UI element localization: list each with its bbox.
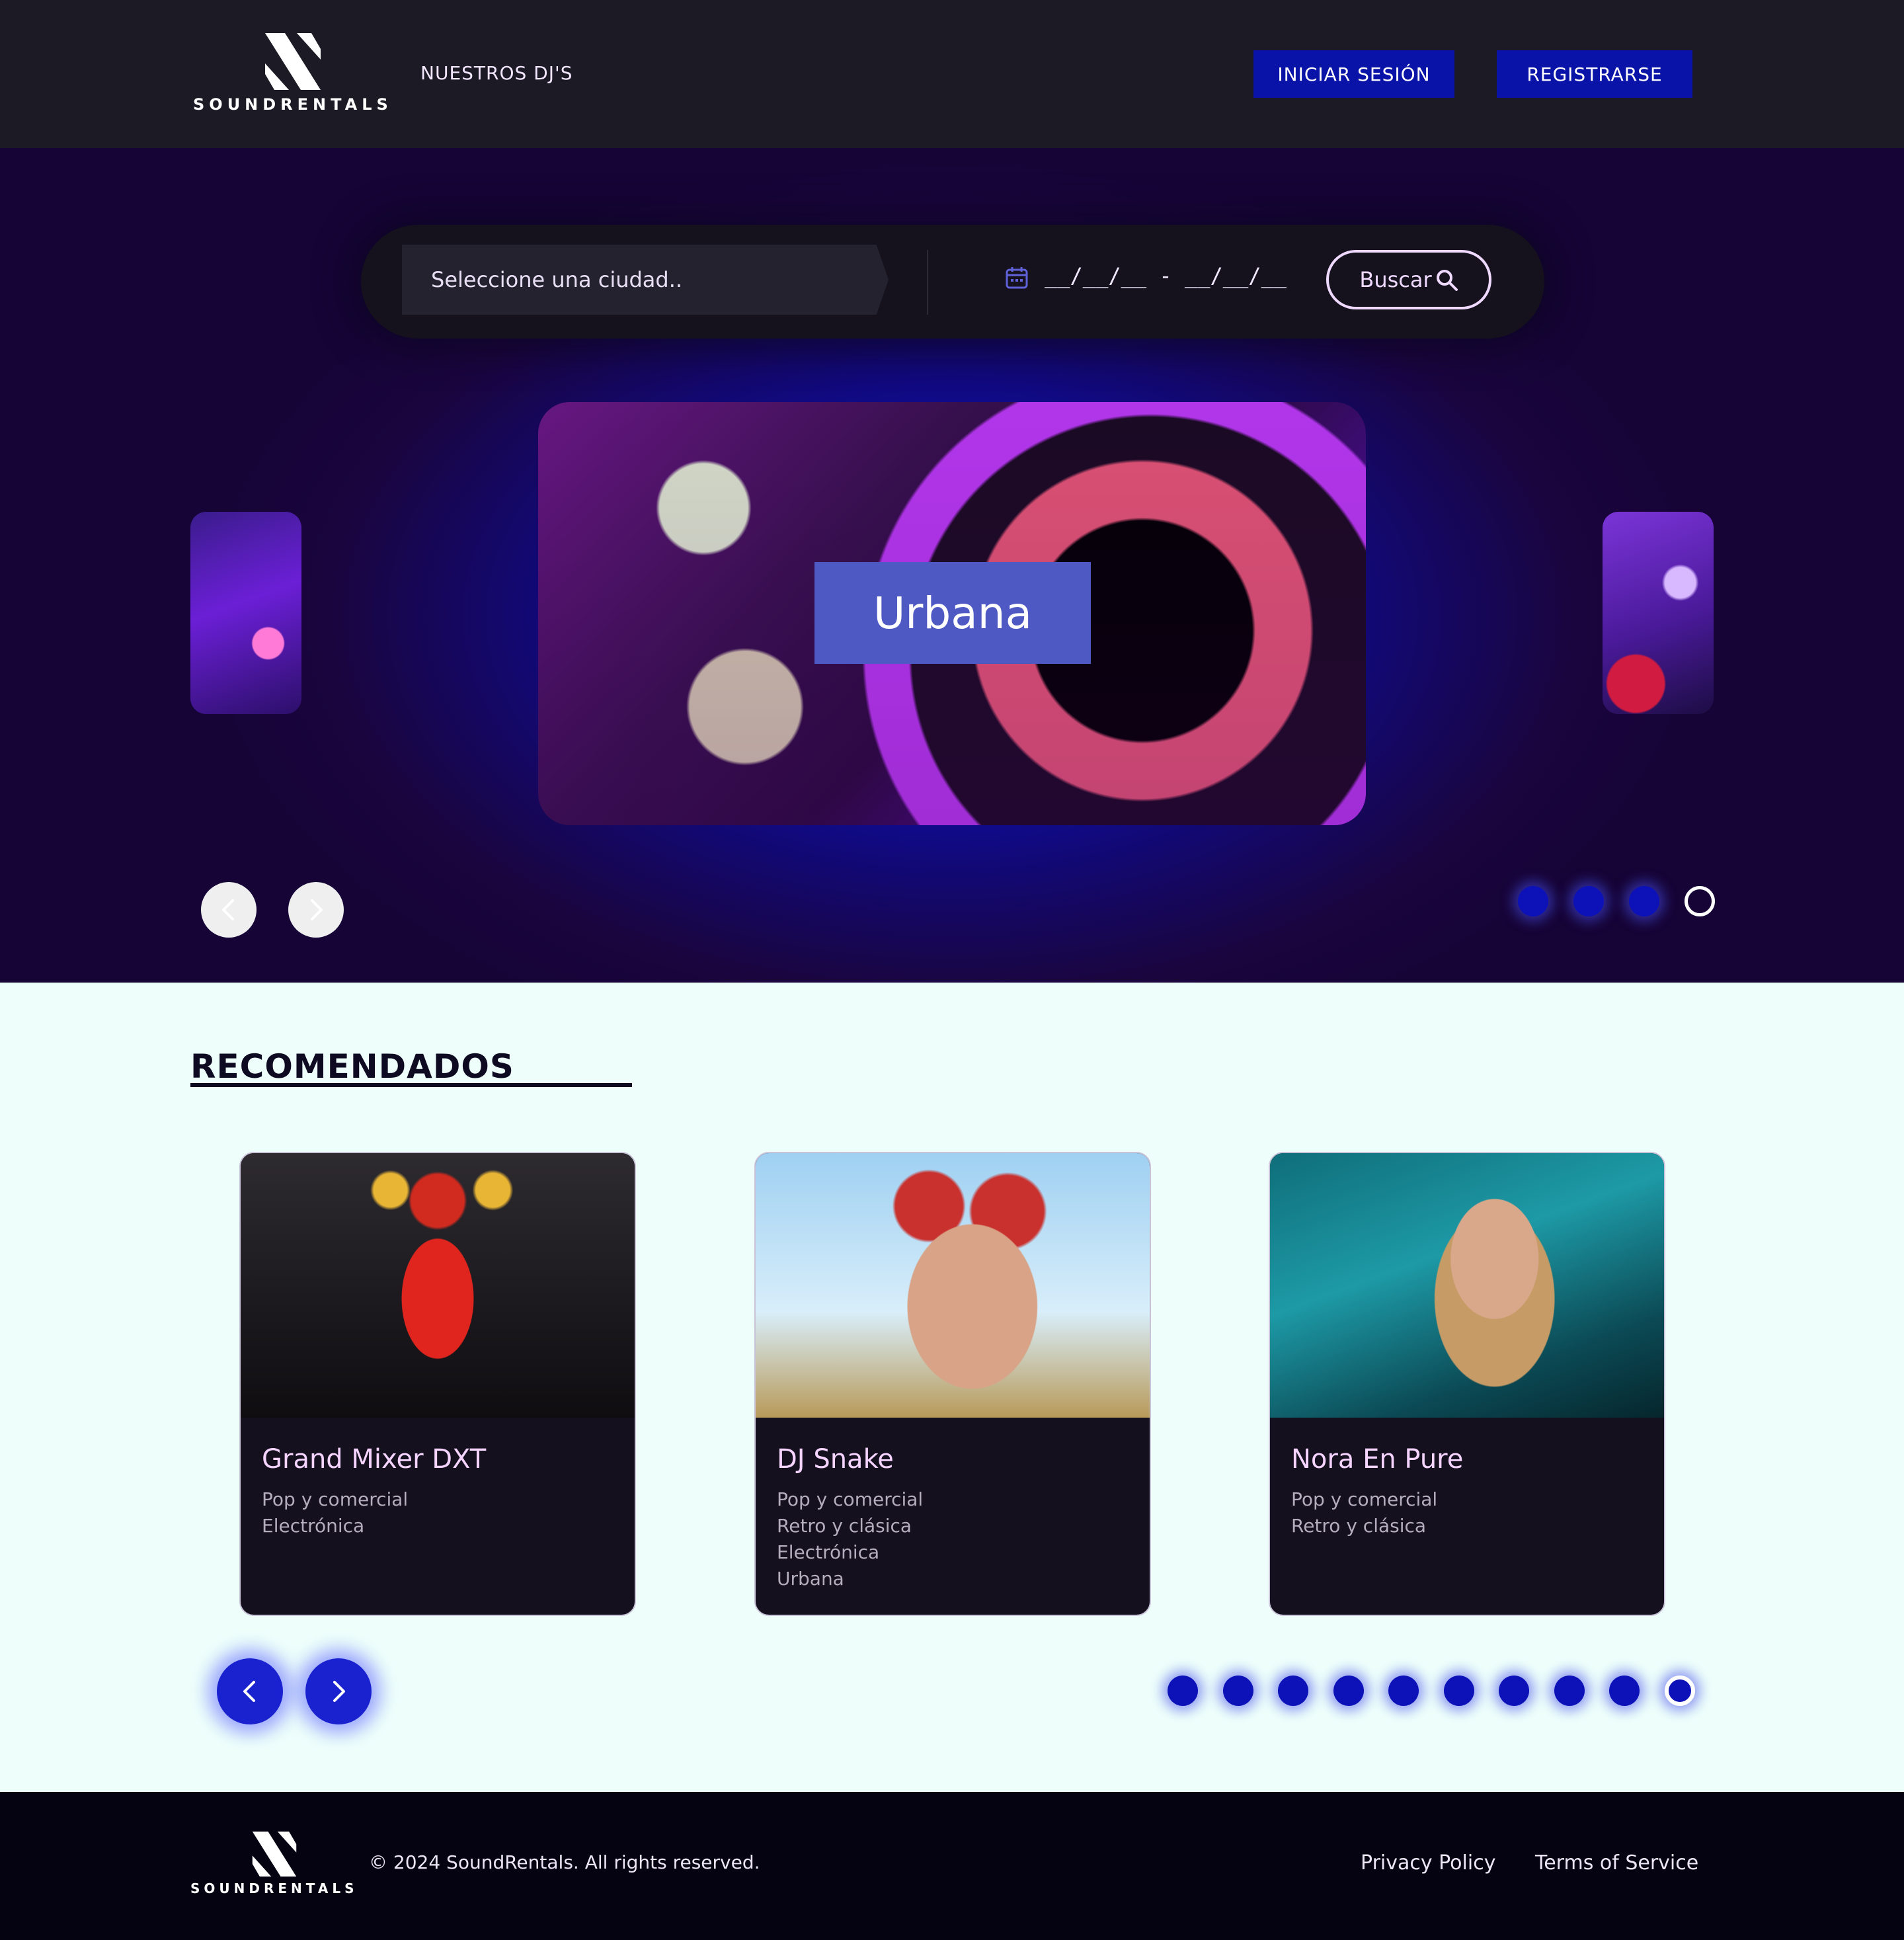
register-button[interactable]: REGISTRARSE: [1497, 50, 1692, 98]
dj-name: Nora En Pure: [1291, 1444, 1464, 1475]
genre-item: Pop y comercial: [1291, 1488, 1438, 1510]
nav-link-our-djs[interactable]: NUESTROS DJ'S: [420, 62, 573, 84]
pagination-dot[interactable]: [1388, 1676, 1419, 1706]
dj-genres: Pop y comercial Retro y clásica Electrón…: [777, 1486, 923, 1592]
dj-card[interactable]: Nora En Pure Pop y comercial Retro y clá…: [1269, 1152, 1665, 1616]
dj-card[interactable]: DJ Snake Pop y comercial Retro y clásica…: [754, 1152, 1151, 1616]
search-divider: [927, 250, 928, 315]
pagination-dot[interactable]: [1168, 1676, 1198, 1706]
logo-mark-icon: [264, 33, 321, 90]
chevron-left-icon: [222, 899, 234, 920]
pagination-dot[interactable]: [1443, 1676, 1474, 1706]
recs-next-button[interactable]: [305, 1658, 372, 1724]
city-select[interactable]: Seleccione una ciudad..: [402, 245, 889, 315]
footer-logo-wordmark: SOUNDRENTALS: [190, 1880, 358, 1896]
hero-section: Seleccione una ciudad.. __/__/__ - __/__…: [0, 148, 1904, 983]
pagination-dot[interactable]: [1573, 886, 1604, 916]
section-title: RECOMENDADOS: [190, 1047, 514, 1086]
logo-wordmark: SOUNDRENTALS: [193, 95, 393, 114]
privacy-policy-link[interactable]: Privacy Policy: [1361, 1851, 1495, 1875]
footer: SOUNDRENTALS © 2024 SoundRentals. All ri…: [0, 1792, 1904, 1940]
terms-of-service-link[interactable]: Terms of Service: [1535, 1851, 1698, 1875]
login-button[interactable]: INICIAR SESIÓN: [1253, 50, 1454, 98]
date-range-input[interactable]: __/__/__ - __/__/__: [1045, 263, 1287, 288]
chevron-right-icon: [311, 899, 323, 920]
dj-photo: [241, 1153, 635, 1418]
genre-item: Pop y comercial: [262, 1488, 409, 1510]
dj-name: Grand Mixer DXT: [262, 1444, 487, 1475]
genre-item: Urbana: [777, 1568, 844, 1590]
pagination-dot[interactable]: [1278, 1676, 1308, 1706]
genre-item: Electrónica: [262, 1515, 365, 1537]
chevron-left-icon: [243, 1681, 255, 1702]
carousel-slide-next[interactable]: [1603, 512, 1714, 714]
dj-name: DJ Snake: [777, 1444, 894, 1475]
slide-genre-label: Urbana: [814, 562, 1091, 664]
carousel-slide-prev[interactable]: [190, 512, 301, 714]
top-header: SOUNDRENTALS NUESTROS DJ'S INICIAR SESIÓ…: [0, 0, 1904, 148]
logo[interactable]: SOUNDRENTALS: [193, 33, 393, 114]
search-button-label: Buscar: [1359, 267, 1432, 292]
genre-item: Retro y clásica: [777, 1515, 912, 1537]
pagination-dot[interactable]: [1685, 886, 1715, 916]
pagination-dot[interactable]: [1609, 1676, 1640, 1706]
footer-logo[interactable]: SOUNDRENTALS: [190, 1832, 358, 1896]
search-icon: [1436, 270, 1458, 291]
dj-genres: Pop y comercial Retro y clásica: [1291, 1486, 1437, 1539]
pagination-dot[interactable]: [1333, 1676, 1364, 1706]
pagination-dot[interactable]: [1629, 886, 1659, 916]
pagination-dot[interactable]: [1664, 1676, 1695, 1706]
carousel-slide-current[interactable]: Urbana: [538, 402, 1366, 825]
genre-item: Pop y comercial: [777, 1488, 924, 1510]
search-bar: Seleccione una ciudad.. __/__/__ - __/__…: [361, 225, 1544, 339]
chevron-right-icon: [333, 1681, 345, 1702]
copyright-text: © 2024 SoundRentals. All rights reserved…: [369, 1851, 760, 1873]
recommended-section: RECOMENDADOS Grand Mixer DXT Pop y comer…: [0, 983, 1904, 1792]
genre-item: Electrónica: [777, 1541, 880, 1563]
pagination-dot[interactable]: [1222, 1676, 1253, 1706]
search-button[interactable]: Buscar: [1326, 250, 1491, 309]
pagination-dot[interactable]: [1518, 886, 1548, 916]
pagination-dot[interactable]: [1554, 1676, 1585, 1706]
dj-photo: [1270, 1153, 1664, 1418]
calendar-icon[interactable]: [1005, 266, 1029, 290]
dj-photo: [756, 1153, 1150, 1418]
logo-mark-icon: [252, 1832, 296, 1877]
title-underline: [190, 1083, 632, 1087]
hero-prev-button[interactable]: [201, 882, 257, 938]
dj-genres: Pop y comercial Electrónica: [262, 1486, 408, 1539]
hero-next-button[interactable]: [288, 882, 344, 938]
pagination-dot[interactable]: [1499, 1676, 1529, 1706]
recs-prev-button[interactable]: [217, 1658, 283, 1724]
genre-item: Retro y clásica: [1291, 1515, 1427, 1537]
dj-card[interactable]: Grand Mixer DXT Pop y comercial Electrón…: [239, 1152, 636, 1616]
